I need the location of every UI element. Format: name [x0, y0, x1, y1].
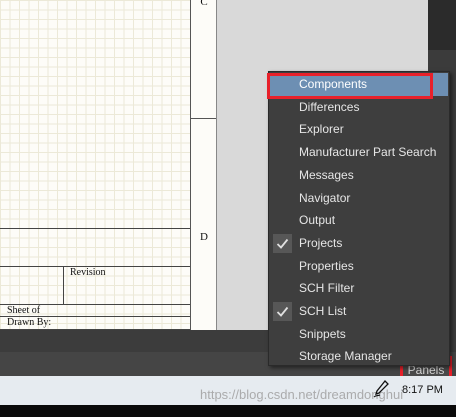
menu-item-components[interactable]: Components: [270, 73, 448, 96]
check-icon: [273, 302, 292, 321]
menu-item-label: Properties: [299, 258, 354, 273]
menu-item-label: Manufacturer Part Search: [299, 145, 437, 160]
zone-label-c: C: [200, 0, 208, 8]
menu-item-label: Components: [299, 77, 368, 91]
menu-item-label: Projects: [299, 235, 343, 250]
sheet-edge: [216, 0, 217, 330]
menu-item-storage-manager[interactable]: Storage Manager: [270, 345, 448, 368]
menu-item-sch-list[interactable]: SCH List: [270, 300, 448, 323]
menu-item-output[interactable]: Output: [270, 209, 448, 232]
menu-item-differences[interactable]: Differences: [270, 96, 448, 119]
menu-item-projects[interactable]: Projects: [270, 232, 448, 255]
menu-item-properties[interactable]: Properties: [270, 255, 448, 278]
taskbar-edge: [0, 405, 456, 417]
title-block-border-top: [0, 228, 190, 229]
menu-item-label: SCH Filter: [299, 281, 355, 296]
check-icon: [273, 233, 292, 253]
title-block-col-line: [63, 266, 64, 304]
menu-item-label: Messages: [299, 167, 354, 182]
menu-item-label: Storage Manager: [299, 349, 392, 364]
menu-item-explorer[interactable]: Explorer: [270, 118, 448, 141]
pen-icon[interactable]: [373, 380, 389, 398]
drawn-by-label: Drawn By:: [7, 317, 52, 328]
menu-item-label: Explorer: [299, 122, 344, 137]
panels-menu: Components Differences Explorer Manufacture…: [268, 71, 450, 366]
revision-label: Revision: [70, 267, 106, 278]
schematic-sheet[interactable]: [0, 0, 216, 330]
menu-item-snippets[interactable]: Snippets: [270, 323, 448, 346]
menu-item-label: Navigator: [299, 190, 351, 205]
menu-item-sch-filter[interactable]: SCH Filter: [270, 277, 448, 300]
menu-item-navigator[interactable]: Navigator: [270, 187, 448, 210]
menu-item-messages[interactable]: Messages: [270, 164, 448, 187]
taskbar-clock[interactable]: 8:17 PM: [402, 384, 443, 396]
sheet-of-label: Sheet of: [7, 305, 41, 316]
menu-item-label: Snippets: [299, 326, 346, 341]
zone-label-d: D: [200, 231, 208, 243]
sheet-zone-border: C D: [190, 0, 217, 330]
right-panel-header: [428, 0, 456, 50]
menu-item-label: SCH List: [299, 304, 347, 318]
zone-divider: [191, 118, 217, 119]
menu-item-manufacturer-part-search[interactable]: Manufacturer Part Search: [270, 141, 448, 164]
menu-item-label: Differences: [299, 99, 360, 114]
menu-item-label: Output: [299, 213, 336, 228]
